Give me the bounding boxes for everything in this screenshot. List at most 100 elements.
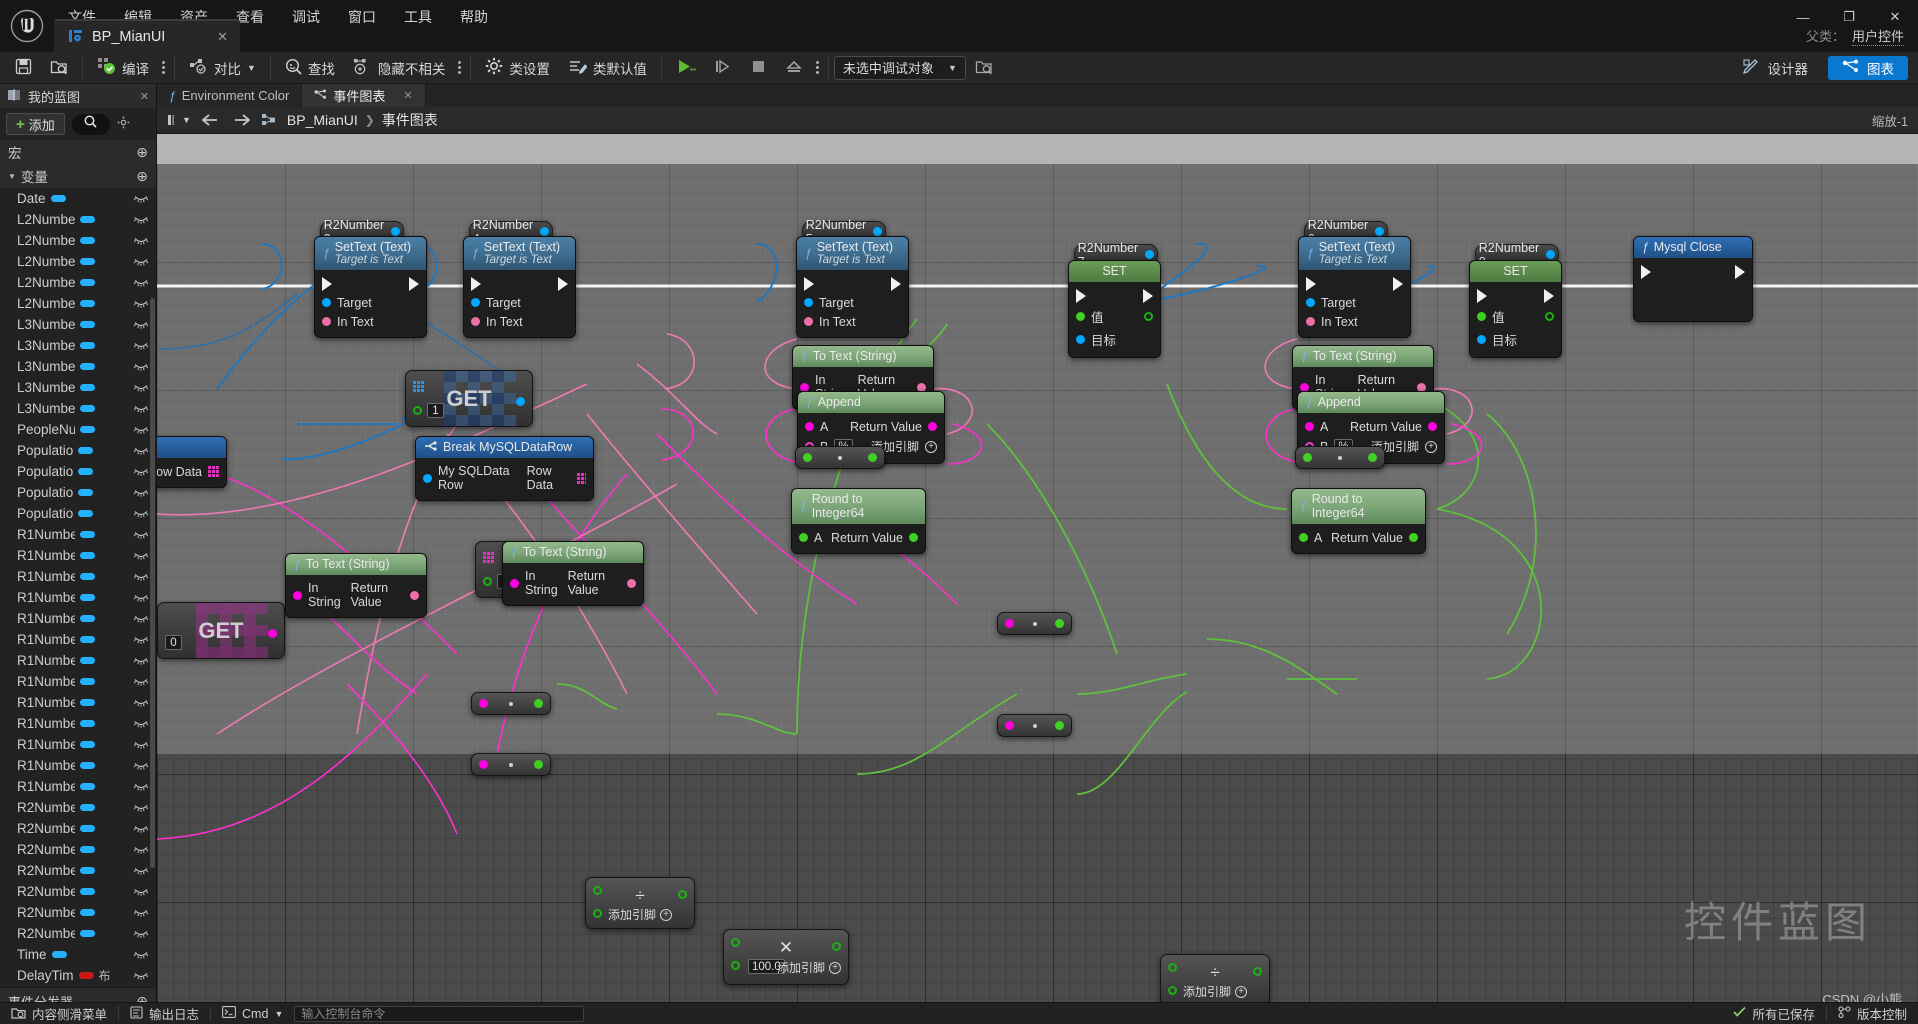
totext-node-1[interactable]: ƒ To Text (String) In String Return Valu… xyxy=(285,553,427,618)
intext-pin[interactable] xyxy=(471,317,480,326)
reroute-node-3[interactable] xyxy=(795,446,885,469)
sidebar-scrollbar[interactable] xyxy=(150,298,155,868)
break-datarow-node-partial[interactable]: Row Data Row Data xyxy=(157,436,227,488)
play-button[interactable] xyxy=(667,54,705,82)
get-out-pin[interactable] xyxy=(516,393,525,411)
return-pin[interactable] xyxy=(1409,533,1418,542)
add-pin-button[interactable]: 添加引脚 + xyxy=(777,959,841,976)
object-pin[interactable] xyxy=(1145,250,1155,259)
document-tab-close-icon[interactable]: ✕ xyxy=(199,29,228,45)
revision-control-button[interactable]: 版本控制 xyxy=(1827,1003,1918,1024)
object-pin[interactable] xyxy=(391,227,401,236)
settext-node-1[interactable]: ƒ SetText (Text) Target is Text Target I… xyxy=(314,236,427,338)
return-pin[interactable] xyxy=(627,578,636,588)
output-pin[interactable] xyxy=(1055,721,1064,730)
eject-button[interactable] xyxy=(776,54,812,82)
object-pin[interactable] xyxy=(873,227,883,236)
eye-closed-icon[interactable] xyxy=(133,801,149,815)
eye-closed-icon[interactable] xyxy=(133,906,149,920)
a-pin[interactable] xyxy=(1299,533,1308,542)
eye-closed-icon[interactable] xyxy=(133,234,149,248)
diff-button[interactable]: 对比 ▼ xyxy=(180,54,265,82)
divide-node-2[interactable]: ÷ 添加引脚 + xyxy=(1160,954,1270,1006)
find-button[interactable]: 查找 xyxy=(276,54,344,82)
eye-closed-icon[interactable] xyxy=(133,612,149,626)
macros-section-header[interactable]: 宏 ⊕ xyxy=(0,140,156,164)
eye-closed-icon[interactable] xyxy=(133,969,149,983)
variable-list-item[interactable]: L2Numbe xyxy=(0,293,156,314)
eye-closed-icon[interactable] xyxy=(133,885,149,899)
variable-list-item[interactable]: Populatio xyxy=(0,440,156,461)
tab-environment-color[interactable]: ƒ Environment Color xyxy=(157,84,303,107)
value-pin[interactable] xyxy=(1076,312,1085,321)
output-pin[interactable] xyxy=(516,397,525,406)
variable-list-item[interactable]: L2Numbe xyxy=(0,209,156,230)
exec-in-pin[interactable] xyxy=(322,276,332,291)
eye-closed-icon[interactable] xyxy=(133,591,149,605)
variable-list-item[interactable]: L2Numbe xyxy=(0,251,156,272)
array-pin-icon[interactable] xyxy=(577,472,586,484)
variable-list-item[interactable]: L3Numbe xyxy=(0,356,156,377)
pin-target[interactable]: 目标 xyxy=(1470,328,1561,351)
pin-target[interactable]: Target xyxy=(315,293,426,312)
variable-list-item[interactable]: R1Numbe xyxy=(0,734,156,755)
eye-closed-icon[interactable] xyxy=(133,192,149,206)
reroute-node-d[interactable] xyxy=(471,753,551,776)
tab-event-graph[interactable]: 事件图表 ✕ xyxy=(302,84,426,107)
eye-closed-icon[interactable] xyxy=(133,318,149,332)
designer-mode-button[interactable]: 设计器 xyxy=(1729,56,1823,80)
eye-closed-icon[interactable] xyxy=(133,381,149,395)
array-pin-icon[interactable] xyxy=(208,466,219,477)
set-node-2[interactable]: SET 值 目标 xyxy=(1469,260,1562,358)
play-options-button[interactable] xyxy=(812,61,823,74)
exec-out-pin[interactable] xyxy=(1393,276,1403,291)
cmd-dropdown[interactable]: Cmd ▼ xyxy=(211,1003,294,1024)
stop-button[interactable] xyxy=(741,54,776,82)
console-command-input[interactable]: 输入控制台命令 xyxy=(294,1005,585,1022)
exec-out-pin[interactable] xyxy=(1544,288,1554,303)
eye-closed-icon[interactable] xyxy=(133,717,149,731)
output-pin[interactable] xyxy=(268,629,277,638)
variable-list-item[interactable]: R1Numbe xyxy=(0,650,156,671)
pin-a[interactable]: A Return Value xyxy=(1292,528,1425,547)
variable-list-item[interactable]: R1Numbe xyxy=(0,776,156,797)
exec-out-pin[interactable] xyxy=(558,276,568,291)
compile-options-button[interactable] xyxy=(158,61,169,74)
eye-closed-icon[interactable] xyxy=(133,528,149,542)
variable-list-item[interactable]: R1Numbe xyxy=(0,524,156,545)
object-pin[interactable] xyxy=(540,227,550,236)
pin-target[interactable]: 目标 xyxy=(1069,328,1160,351)
a-pin[interactable] xyxy=(1305,422,1314,431)
reroute-node-b[interactable] xyxy=(997,714,1072,737)
pin-in-string[interactable]: In String Return Value xyxy=(503,567,643,599)
value-pin[interactable] xyxy=(1477,312,1486,321)
eye-closed-icon[interactable] xyxy=(133,423,149,437)
pin-in-string[interactable]: In String Return Value xyxy=(286,579,426,611)
target-pin[interactable] xyxy=(322,298,331,307)
all-saved-indicator[interactable]: 所有已保存 xyxy=(1722,1003,1826,1024)
graph-options-icon[interactable]: ▼ xyxy=(166,113,191,127)
chevron-down-icon[interactable]: ▼ xyxy=(247,63,256,73)
variables-section-header[interactable]: ▼ 变量 ⊕ xyxy=(0,164,156,188)
eye-closed-icon[interactable] xyxy=(133,654,149,668)
exec-in-pin[interactable] xyxy=(471,276,481,291)
output-pin[interactable] xyxy=(868,453,877,462)
output-pin[interactable] xyxy=(1368,453,1377,462)
target-pin[interactable] xyxy=(471,298,480,307)
pin-in-text[interactable]: In Text xyxy=(797,312,908,331)
target-pin[interactable] xyxy=(1306,298,1315,307)
target-pin[interactable] xyxy=(1477,335,1486,344)
eye-closed-icon[interactable] xyxy=(133,738,149,752)
pin-target[interactable]: Target xyxy=(1299,293,1410,312)
input-pin[interactable] xyxy=(1303,453,1312,462)
variable-list-item[interactable]: Populatio xyxy=(0,503,156,524)
back-arrow-icon[interactable] xyxy=(201,113,221,127)
get-node-3[interactable]: 0 GET xyxy=(157,602,285,659)
eye-closed-icon[interactable] xyxy=(133,696,149,710)
eye-closed-icon[interactable] xyxy=(133,444,149,458)
unreal-engine-logo-icon[interactable] xyxy=(0,0,54,52)
round-node-4[interactable]: ƒ Round to Integer64 A Return Value xyxy=(1291,488,1426,554)
pin-in-text[interactable]: In Text xyxy=(315,312,426,331)
variable-list-item[interactable]: L3Numbe xyxy=(0,377,156,398)
eye-closed-icon[interactable] xyxy=(133,633,149,647)
